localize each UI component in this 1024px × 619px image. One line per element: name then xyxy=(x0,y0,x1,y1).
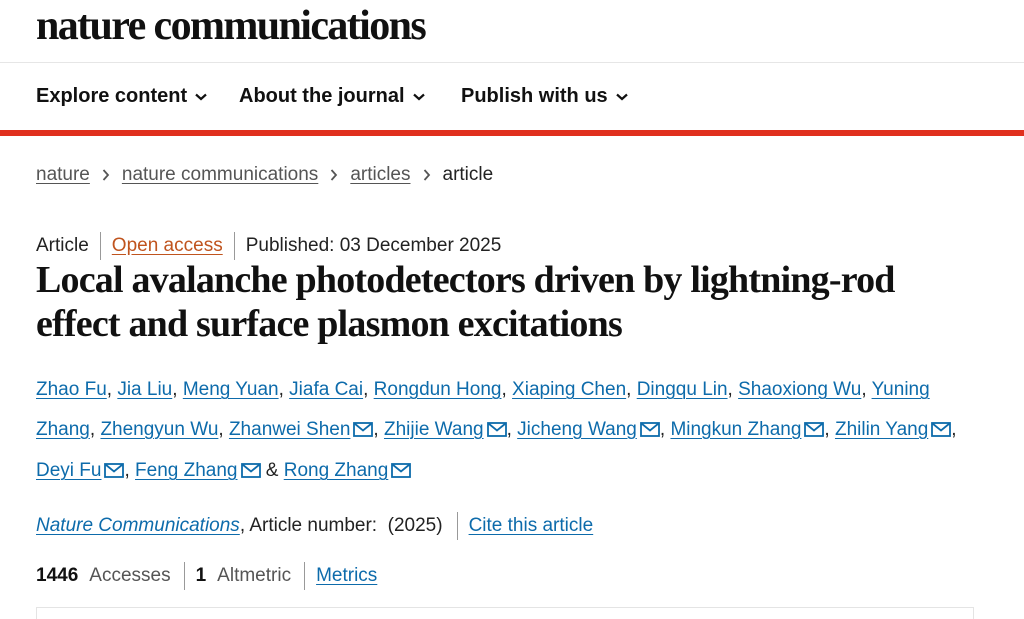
author-link[interactable]: Mingkun Zhang xyxy=(670,419,801,440)
chevron-down-icon xyxy=(412,93,425,101)
open-access-link[interactable]: Open access xyxy=(112,235,223,257)
chevron-right-icon xyxy=(330,169,338,181)
site-header: nature communications xyxy=(0,0,1024,63)
author-link[interactable]: Shaoxiong Wu xyxy=(738,379,861,400)
chevron-down-icon xyxy=(615,93,628,101)
mail-icon[interactable] xyxy=(486,412,507,452)
nav-label: About the journal xyxy=(239,85,405,107)
breadcrumb-link-articles[interactable]: articles xyxy=(350,164,410,186)
article-number: , Article number: (2025) xyxy=(239,515,443,536)
author-link[interactable]: Xiaping Chen xyxy=(512,379,626,400)
author-link[interactable]: Jia Liu xyxy=(117,379,172,400)
cite-this-article-link[interactable]: Cite this article xyxy=(469,515,594,537)
breadcrumb-link-nature[interactable]: nature xyxy=(36,164,90,186)
article-title: Local avalanche photodetectors driven by… xyxy=(36,259,895,345)
mail-icon[interactable] xyxy=(240,453,261,493)
nav-about-the-journal[interactable]: About the journal xyxy=(239,85,425,108)
author-link[interactable]: Jiafa Cai xyxy=(289,379,363,400)
divider xyxy=(233,232,235,260)
author-link[interactable]: Zhengyun Wu xyxy=(100,419,218,440)
altmetric-count: 1 xyxy=(195,565,207,586)
divider xyxy=(183,562,185,590)
breadcrumb-link-nature-communications[interactable]: nature communications xyxy=(122,164,318,186)
altmetric-label: Altmetric xyxy=(217,565,292,586)
mail-icon[interactable] xyxy=(353,412,374,452)
published-date: Published: 03 December 2025 xyxy=(245,235,502,256)
divider xyxy=(456,512,458,540)
chevron-down-icon xyxy=(195,93,207,101)
author-link[interactable]: Zhanwei Shen xyxy=(229,419,350,440)
author-link[interactable]: Deyi Fu xyxy=(36,460,101,481)
article-meta: Article Open access Published: 03 Decemb… xyxy=(36,232,501,260)
chevron-right-icon xyxy=(102,169,110,181)
journal-info: Nature Communications , Article number: … xyxy=(36,512,593,540)
author-link[interactable]: Feng Zhang xyxy=(135,460,237,481)
author-list: Zhao Fu, Jia Liu, Meng Yuan, Jiafa Cai, … xyxy=(36,370,986,493)
breadcrumb: nature nature communications articles ar… xyxy=(36,164,493,186)
site-logo[interactable]: nature communications xyxy=(36,3,427,49)
mail-icon[interactable] xyxy=(639,412,660,452)
author-link[interactable]: Zhao Fu xyxy=(36,379,107,400)
journal-name-link[interactable]: Nature Communications xyxy=(36,515,240,537)
divider xyxy=(304,562,306,590)
article-metrics: 1446 Accesses 1 Altmetric Metrics xyxy=(36,562,377,590)
author-link[interactable]: Jicheng Wang xyxy=(517,419,637,440)
author-link[interactable]: Zhilin Yang xyxy=(835,419,928,440)
content-panel xyxy=(36,607,974,619)
mail-icon[interactable] xyxy=(104,453,125,493)
header-accent-line xyxy=(0,130,1024,136)
chevron-right-icon xyxy=(423,169,431,181)
mail-icon[interactable] xyxy=(931,412,952,452)
author-link[interactable]: Rong Zhang xyxy=(284,460,389,481)
breadcrumb-current: article xyxy=(442,164,494,185)
mail-icon[interactable] xyxy=(391,453,412,493)
accesses-label: Accesses xyxy=(89,565,171,586)
nav-label: Explore content xyxy=(36,85,188,107)
metrics-link[interactable]: Metrics xyxy=(316,565,377,587)
author-link[interactable]: Dingqu Lin xyxy=(637,379,728,400)
nav-label: Publish with us xyxy=(461,85,608,107)
author-link[interactable]: Rongdun Hong xyxy=(374,379,502,400)
author-link[interactable]: Zhijie Wang xyxy=(384,419,484,440)
article-type: Article xyxy=(36,235,89,256)
nav-explore-content[interactable]: Explore content xyxy=(36,85,207,108)
author-link[interactable]: Meng Yuan xyxy=(183,379,279,400)
nav-publish-with-us[interactable]: Publish with us xyxy=(461,85,628,108)
accesses-count: 1446 xyxy=(36,565,79,586)
mail-icon[interactable] xyxy=(804,412,825,452)
main-nav: Explore content About the journal Publis… xyxy=(0,63,1024,130)
divider xyxy=(99,232,101,260)
